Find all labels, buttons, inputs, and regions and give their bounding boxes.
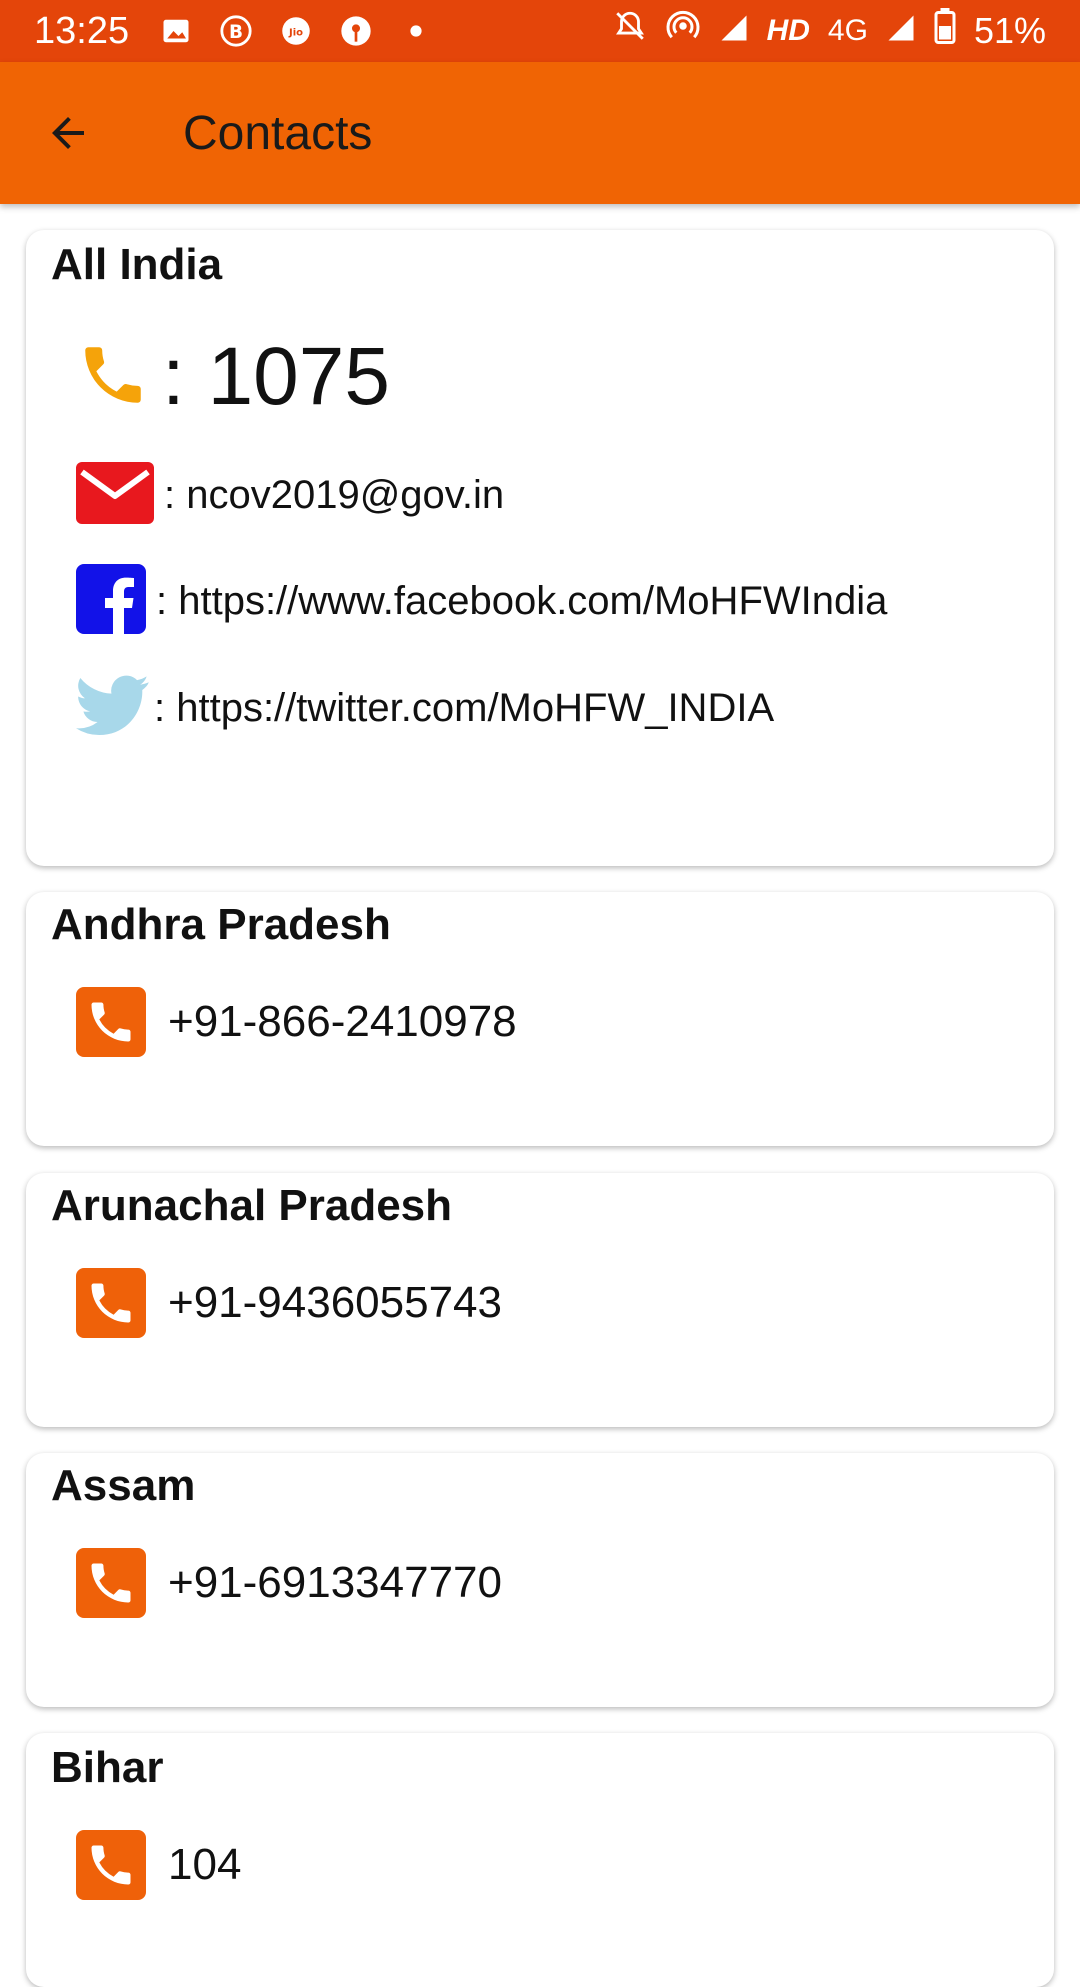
battery-percent: 51% [973, 10, 1046, 51]
phone-row[interactable]: 104 [76, 1830, 241, 1900]
svg-text:Jio: Jio [288, 27, 303, 38]
card-title: Assam [51, 1461, 196, 1510]
contact-card-arunachal-pradesh: Arunachal Pradesh +91-9436055743 [26, 1173, 1054, 1427]
app-bar: Contacts [0, 62, 1080, 204]
phone-row[interactable]: +91-9436055743 [76, 1268, 502, 1338]
notification-dot-icon [399, 14, 433, 48]
network-type: 4G [827, 14, 868, 47]
all-india-email: : ncov2019@gov.in [164, 473, 505, 517]
contact-card-bihar: Bihar 104 [26, 1733, 1054, 1987]
card-title: Bihar [51, 1743, 164, 1792]
email-icon [76, 462, 154, 529]
contact-card-all-india: All India : 1075 : ncov2019@gov.in : htt… [26, 230, 1054, 866]
gallery-icon [159, 14, 193, 48]
phone-icon [76, 1830, 146, 1900]
twitter-row[interactable]: : https://twitter.com/MoHFW_INDIA [76, 675, 774, 742]
svg-text:B: B [229, 22, 243, 43]
back-button[interactable] [18, 83, 118, 183]
card-title: All India [51, 240, 223, 289]
jio-icon: Jio [279, 14, 313, 48]
network-label: HD [766, 14, 810, 47]
phone-icon [76, 1268, 146, 1338]
email-row[interactable]: : ncov2019@gov.in [76, 462, 504, 529]
card-title: Andhra Pradesh [51, 900, 391, 949]
card-title: Arunachal Pradesh [51, 1181, 453, 1230]
phone-row[interactable]: +91-6913347770 [76, 1548, 502, 1618]
signal-icon [719, 10, 749, 53]
phone-number: 104 [168, 1840, 242, 1889]
all-india-phone: : 1075 [162, 331, 390, 422]
status-time: 13:25 [34, 9, 130, 52]
b-app-icon: B [219, 14, 253, 48]
battery-icon [934, 8, 956, 54]
all-india-twitter: : https://twitter.com/MoHFW_INDIA [154, 686, 775, 730]
phone-row[interactable]: +91-866-2410978 [76, 987, 517, 1057]
back-arrow-icon [52, 117, 84, 149]
hotspot-icon [665, 8, 701, 54]
mute-bell-icon [613, 9, 647, 53]
sbi-icon [339, 14, 373, 48]
twitter-icon [76, 675, 150, 742]
phone-handset-icon [76, 338, 150, 417]
status-right-group: HD 4G 51% [613, 8, 1046, 54]
signal-icon-2 [886, 10, 916, 53]
phone-number: +91-866-2410978 [168, 997, 517, 1046]
facebook-row[interactable]: : https://www.facebook.com/MoHFWIndia [76, 564, 887, 639]
all-india-facebook: : https://www.facebook.com/MoHFWIndia [156, 579, 888, 623]
contact-card-assam: Assam +91-6913347770 [26, 1453, 1054, 1707]
phone-row[interactable]: : 1075 [76, 330, 390, 424]
facebook-icon [76, 564, 146, 639]
phone-number: +91-6913347770 [168, 1558, 502, 1607]
phone-number: +91-9436055743 [168, 1278, 502, 1327]
status-bar: 13:25 B Jio HD 4G 51% [0, 0, 1080, 62]
phone-icon [76, 987, 146, 1057]
page-title: Contacts [183, 106, 373, 160]
phone-icon [76, 1548, 146, 1618]
contact-card-andhra-pradesh: Andhra Pradesh +91-866-2410978 [26, 892, 1054, 1146]
